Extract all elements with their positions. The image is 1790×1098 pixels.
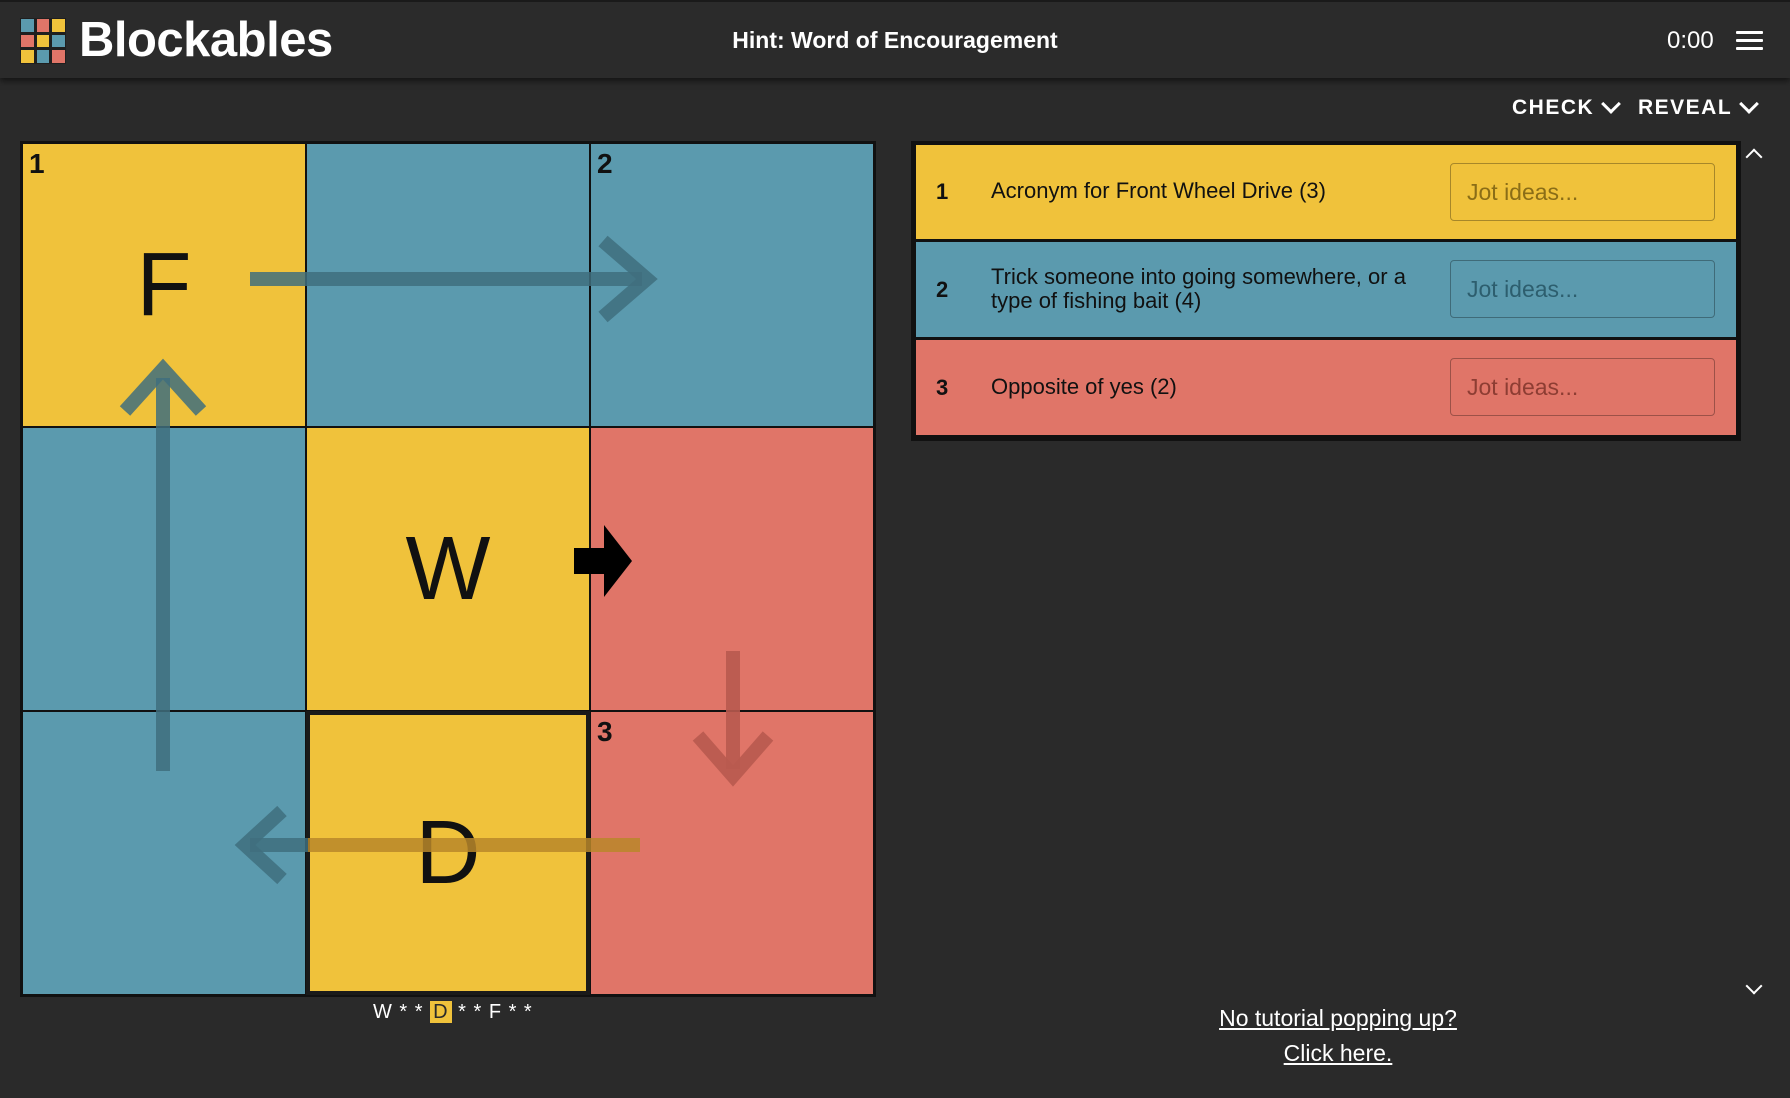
check-label: CHECK bbox=[1512, 96, 1595, 119]
clue-text: Trick someone into going somewhere, or a… bbox=[991, 264, 1406, 313]
board-cell[interactable] bbox=[22, 711, 306, 995]
cell-letter bbox=[591, 144, 873, 426]
reveal-button[interactable]: REVEAL bbox=[1638, 94, 1760, 120]
reveal-label: REVEAL bbox=[1638, 96, 1733, 119]
clue-number: 2 bbox=[936, 277, 949, 302]
clue-text: Acronym for Front Wheel Drive (3) bbox=[991, 178, 1326, 203]
cell-letter bbox=[307, 144, 589, 426]
scroll-down-icon[interactable] bbox=[1745, 977, 1763, 995]
board-cell[interactable]: W bbox=[306, 427, 590, 711]
clue-text: Opposite of yes (2) bbox=[991, 374, 1177, 399]
clue-list: 1 Acronym for Front Wheel Drive (3) 2 Tr… bbox=[911, 141, 1741, 441]
progress-before: W * * bbox=[373, 1001, 431, 1023]
tutorial-link-line1[interactable]: No tutorial popping up? bbox=[1219, 1005, 1457, 1031]
progress-current-letter: D bbox=[430, 1001, 452, 1023]
chevron-down-icon bbox=[1601, 94, 1622, 114]
puzzle-hint: Hint: Word of Encouragement bbox=[732, 27, 1058, 53]
board-cell[interactable] bbox=[22, 427, 306, 711]
board-cell[interactable] bbox=[590, 427, 874, 711]
timer: 0:00 bbox=[1667, 27, 1714, 54]
scroll-up-icon[interactable] bbox=[1745, 148, 1763, 166]
cell-letter bbox=[591, 712, 873, 994]
clue-number: 3 bbox=[936, 375, 949, 400]
progress-after: * * F * * bbox=[451, 1001, 533, 1023]
tutorial-prompt: No tutorial popping up? Click here. bbox=[1138, 1001, 1538, 1071]
clue-row-2[interactable]: 2 Trick someone into going somewhere, or… bbox=[916, 242, 1736, 337]
top-bar: Blockables Hint: Word of Encouragement 0… bbox=[0, 0, 1790, 78]
board-cell[interactable]: 1F bbox=[22, 143, 306, 427]
clue-notes-input[interactable] bbox=[1450, 260, 1715, 318]
cell-letter: W bbox=[405, 518, 491, 619]
board-cell[interactable]: 2 bbox=[590, 143, 874, 427]
cell-letter bbox=[23, 428, 305, 710]
cell-letter: F bbox=[136, 234, 192, 335]
board-cell[interactable] bbox=[306, 143, 590, 427]
hamburger-menu-icon[interactable] bbox=[1736, 31, 1763, 51]
tutorial-link-line2[interactable]: Click here. bbox=[1284, 1040, 1393, 1066]
clue-row-1[interactable]: 1 Acronym for Front Wheel Drive (3) bbox=[916, 145, 1736, 239]
chevron-down-icon bbox=[1739, 94, 1760, 114]
cell-letter bbox=[591, 428, 873, 710]
clue-notes-input[interactable] bbox=[1450, 358, 1715, 416]
cell-letter bbox=[23, 712, 305, 994]
board-cell[interactable]: 3 bbox=[590, 711, 874, 995]
check-button[interactable]: CHECK bbox=[1512, 94, 1622, 120]
puzzle-board: 1F 2W D 3 bbox=[20, 141, 876, 997]
cell-letter: D bbox=[415, 802, 481, 903]
clue-number: 1 bbox=[936, 179, 949, 204]
board-cell[interactable]: D bbox=[306, 711, 590, 995]
clue-notes-input[interactable] bbox=[1450, 163, 1715, 221]
clue-row-3[interactable]: 3 Opposite of yes (2) bbox=[916, 340, 1736, 435]
word-progress: W * * D * * F * * bbox=[373, 1001, 533, 1024]
